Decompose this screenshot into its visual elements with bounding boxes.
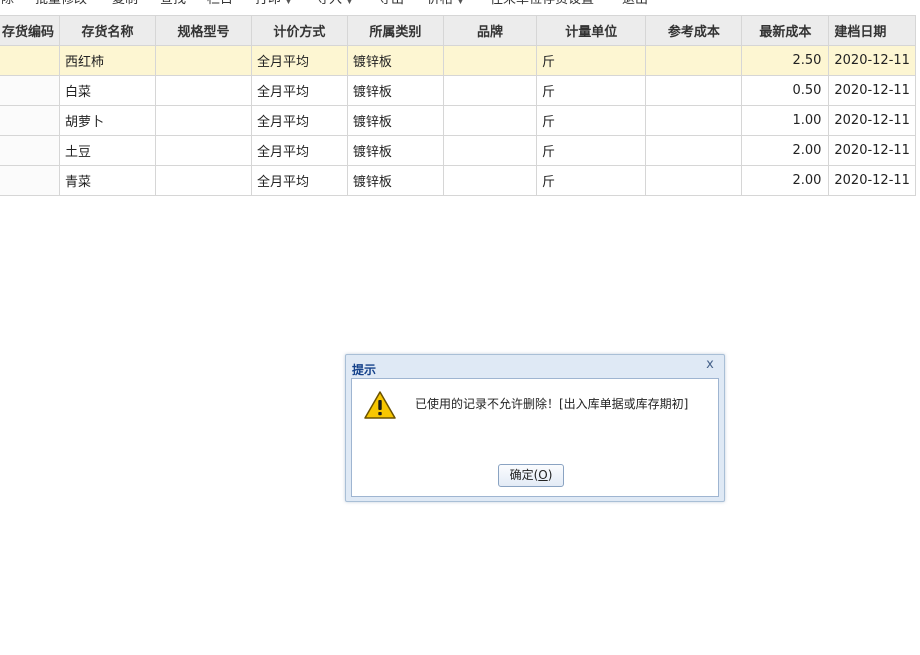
cell-unit[interactable]: 斤 bbox=[536, 135, 647, 166]
cell-name[interactable]: 西红柿 bbox=[59, 45, 156, 76]
table-header-row: 存货编码 存货名称 规格型号 计价方式 所属类别 品牌 计量单位 参考成本 最新… bbox=[0, 15, 916, 46]
warning-icon bbox=[364, 391, 396, 419]
cell-code[interactable] bbox=[0, 45, 61, 76]
table-row[interactable]: 西红柿 全月平均 镀锌板 斤 2.50 2020-12-11 bbox=[0, 45, 916, 76]
cell-code[interactable] bbox=[0, 135, 61, 166]
toolbar-price[interactable]: 价格 ▼ bbox=[427, 0, 464, 10]
cell-category[interactable]: 镀锌板 bbox=[346, 45, 444, 76]
cell-date[interactable]: 2020-12-11 bbox=[828, 105, 916, 136]
toolbar-print[interactable]: 打印 ▼ bbox=[255, 0, 292, 10]
cell-latest-cost[interactable]: 2.00 bbox=[741, 165, 830, 196]
ok-button-label: 确定( bbox=[509, 468, 539, 482]
toolbar-price-label: 价格 bbox=[427, 0, 453, 7]
chevron-down-icon: ▼ bbox=[457, 0, 464, 6]
table-row[interactable]: 土豆 全月平均 镀锌板 斤 2.00 2020-12-11 bbox=[0, 135, 916, 166]
cell-brand[interactable] bbox=[442, 105, 538, 136]
cell-category[interactable]: 镀锌板 bbox=[346, 105, 444, 136]
col-header-code[interactable]: 存货编码 bbox=[0, 15, 61, 46]
table-row[interactable]: 白菜 全月平均 镀锌板 斤 0.50 2020-12-11 bbox=[0, 75, 916, 106]
table-row[interactable]: 青菜 全月平均 镀锌板 斤 2.00 2020-12-11 bbox=[0, 165, 916, 196]
cell-ref-cost[interactable] bbox=[645, 105, 743, 136]
toolbar-import[interactable]: 导入 ▼ bbox=[316, 0, 353, 10]
close-icon[interactable]: x bbox=[703, 358, 717, 372]
chevron-down-icon: ▼ bbox=[285, 0, 292, 6]
cell-spec[interactable] bbox=[154, 45, 252, 76]
col-header-ref-cost[interactable]: 参考成本 bbox=[645, 15, 743, 46]
toolbar-delete[interactable]: 删除 bbox=[0, 0, 14, 9]
cell-spec[interactable] bbox=[154, 105, 252, 136]
cell-name[interactable]: 青菜 bbox=[59, 165, 156, 196]
cell-unit[interactable]: 斤 bbox=[536, 105, 647, 136]
toolbar-copy[interactable]: 复制 bbox=[112, 0, 138, 9]
cell-brand[interactable] bbox=[442, 45, 538, 76]
chevron-down-icon: ▼ bbox=[346, 0, 353, 6]
cell-unit[interactable]: 斤 bbox=[536, 45, 647, 76]
col-header-name[interactable]: 存货名称 bbox=[59, 15, 156, 46]
toolbar-export[interactable]: 导出 bbox=[378, 0, 404, 9]
cell-ref-cost[interactable] bbox=[645, 75, 743, 106]
toolbar-partner-settings[interactable]: 往来单位存货设置 bbox=[490, 0, 594, 9]
cell-valuation[interactable]: 全月平均 bbox=[250, 165, 348, 196]
ok-button-hotkey: O bbox=[538, 468, 548, 482]
cell-latest-cost[interactable]: 1.00 bbox=[741, 105, 830, 136]
dialog-body: 已使用的记录不允许删除！[出入库单据或库存期初] 确定(O) bbox=[351, 378, 719, 497]
col-header-latest-cost[interactable]: 最新成本 bbox=[741, 15, 830, 46]
col-header-unit[interactable]: 计量单位 bbox=[536, 15, 647, 46]
col-header-brand[interactable]: 品牌 bbox=[442, 15, 538, 46]
col-header-date[interactable]: 建档日期 bbox=[828, 15, 916, 46]
cell-spec[interactable] bbox=[154, 135, 252, 166]
cell-latest-cost[interactable]: 0.50 bbox=[741, 75, 830, 106]
toolbar-batch-edit[interactable]: 批量修改 bbox=[35, 0, 87, 9]
cell-category[interactable]: 镀锌板 bbox=[346, 165, 444, 196]
cell-date[interactable]: 2020-12-11 bbox=[828, 75, 916, 106]
cell-latest-cost[interactable]: 2.00 bbox=[741, 135, 830, 166]
cell-valuation[interactable]: 全月平均 bbox=[250, 135, 348, 166]
cell-ref-cost[interactable] bbox=[645, 45, 743, 76]
col-header-spec[interactable]: 规格型号 bbox=[154, 15, 252, 46]
toolbar-import-label: 导入 bbox=[316, 0, 342, 7]
ok-button[interactable]: 确定(O) bbox=[498, 464, 564, 487]
cell-valuation[interactable]: 全月平均 bbox=[250, 45, 348, 76]
cell-spec[interactable] bbox=[154, 75, 252, 106]
cell-code[interactable] bbox=[0, 165, 61, 196]
cell-valuation[interactable]: 全月平均 bbox=[250, 105, 348, 136]
cell-ref-cost[interactable] bbox=[645, 165, 743, 196]
toolbar-print-label: 打印 bbox=[255, 0, 281, 7]
cell-brand[interactable] bbox=[442, 75, 538, 106]
ok-button-suffix: ) bbox=[547, 468, 553, 482]
cell-name[interactable]: 胡萝卜 bbox=[59, 105, 156, 136]
cell-valuation[interactable]: 全月平均 bbox=[250, 75, 348, 106]
cell-category[interactable]: 镀锌板 bbox=[346, 135, 444, 166]
cell-code[interactable] bbox=[0, 105, 61, 136]
dialog-title: 提示 bbox=[352, 363, 377, 377]
cell-brand[interactable] bbox=[442, 165, 538, 196]
col-header-category[interactable]: 所属类别 bbox=[346, 15, 444, 46]
toolbar-exit[interactable]: 退出 bbox=[622, 0, 648, 9]
col-header-valuation[interactable]: 计价方式 bbox=[250, 15, 348, 46]
toolbar-columns[interactable]: 栏目 bbox=[207, 0, 233, 9]
table-row[interactable]: 胡萝卜 全月平均 镀锌板 斤 1.00 2020-12-11 bbox=[0, 105, 916, 136]
cell-name[interactable]: 白菜 bbox=[59, 75, 156, 106]
dialog-message: 已使用的记录不允许删除！[出入库单据或库存期初] bbox=[415, 397, 689, 411]
cell-ref-cost[interactable] bbox=[645, 135, 743, 166]
toolbar: 删除 批量修改 复制 查找 栏目 打印 ▼ 导入 ▼ 导出 价格 ▼ 往来单位存货设置… bbox=[0, 0, 920, 9]
cell-spec[interactable] bbox=[154, 165, 252, 196]
cell-date[interactable]: 2020-12-11 bbox=[828, 45, 916, 76]
cell-unit[interactable]: 斤 bbox=[536, 165, 647, 196]
cell-name[interactable]: 土豆 bbox=[59, 135, 156, 166]
cell-unit[interactable]: 斤 bbox=[536, 75, 647, 106]
cell-date[interactable]: 2020-12-11 bbox=[828, 165, 916, 196]
cell-latest-cost[interactable]: 2.50 bbox=[741, 45, 830, 76]
cell-code[interactable] bbox=[0, 75, 61, 106]
cell-category[interactable]: 镀锌板 bbox=[346, 75, 444, 106]
cell-date[interactable]: 2020-12-11 bbox=[828, 135, 916, 166]
cell-brand[interactable] bbox=[442, 135, 538, 166]
toolbar-find[interactable]: 查找 bbox=[160, 0, 186, 9]
alert-dialog: 提示 x 已使用的记录不允许删除！[出入库单据或库存期初] 确定(O) bbox=[345, 354, 725, 502]
inventory-table: 存货编码 存货名称 规格型号 计价方式 所属类别 品牌 计量单位 参考成本 最新… bbox=[0, 15, 916, 196]
